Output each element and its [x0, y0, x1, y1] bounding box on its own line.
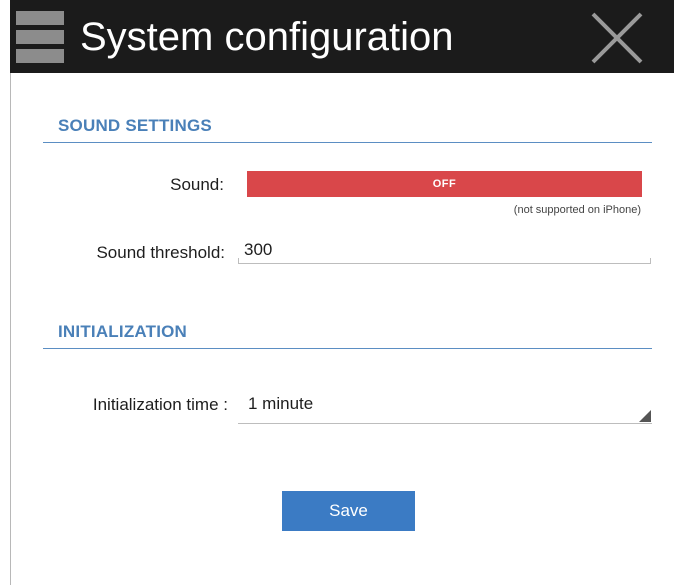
menu-bar-top — [16, 11, 64, 25]
initialization-time-selected-value: 1 minute — [248, 394, 314, 413]
menu-bar-middle — [16, 30, 64, 44]
page-title: System configuration — [80, 15, 454, 59]
section-title-sound-settings: SOUND SETTINGS — [58, 116, 212, 135]
input-border-tick-left — [238, 258, 239, 264]
input-border-tick-right — [650, 258, 651, 264]
hamburger-menu-icon[interactable] — [16, 11, 64, 63]
sound-threshold-label: Sound threshold: — [96, 243, 225, 262]
section-title-initialization: INITIALIZATION — [58, 322, 188, 341]
dialog-left-border — [10, 73, 11, 585]
sound-label: Sound: — [170, 175, 224, 194]
sound-toggle[interactable]: OFF — [247, 171, 642, 197]
section-divider-sound — [43, 142, 652, 143]
save-button[interactable]: Save — [282, 491, 415, 531]
initialization-time-select[interactable]: 1 minute — [238, 390, 652, 424]
sound-support-note: (not supported on iPhone) — [513, 204, 641, 216]
initialization-time-label: Initialization time : — [92, 395, 228, 414]
menu-bar-bottom — [16, 49, 64, 63]
section-divider-initialization — [43, 348, 652, 349]
dropdown-corner-icon — [639, 410, 651, 422]
close-icon[interactable] — [590, 11, 644, 65]
title-bar: System configuration — [10, 0, 674, 73]
system-configuration-dialog: System configuration SOUND SETTINGS Soun… — [0, 0, 674, 585]
sound-threshold-input[interactable] — [238, 236, 650, 264]
